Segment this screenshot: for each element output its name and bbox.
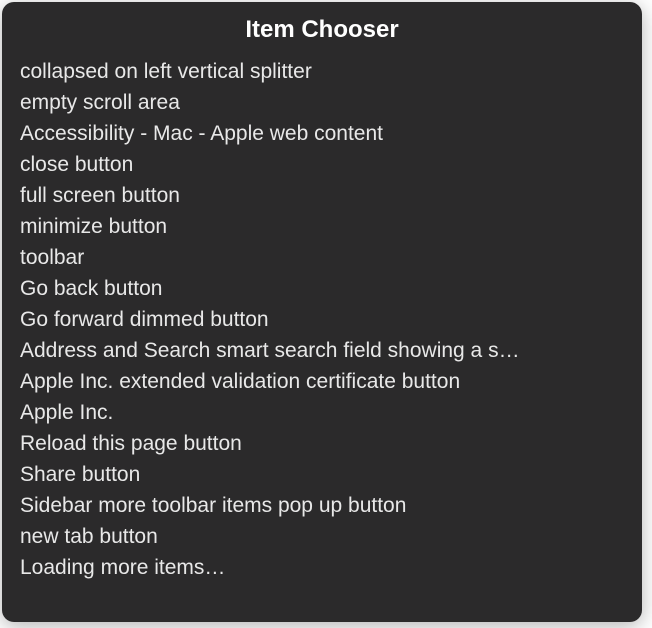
list-item[interactable]: Go back button: [20, 273, 624, 304]
item-chooser-panel: Item Chooser collapsed on left vertical …: [2, 2, 642, 622]
list-item[interactable]: Apple Inc. extended validation certifica…: [20, 366, 624, 397]
list-item[interactable]: Sidebar more toolbar items pop up button: [20, 490, 624, 521]
list-item[interactable]: new tab button: [20, 521, 624, 552]
panel-title: Item Chooser: [20, 16, 624, 44]
list-item[interactable]: collapsed on left vertical splitter: [20, 56, 624, 87]
list-item[interactable]: close button: [20, 149, 624, 180]
list-item[interactable]: full screen button: [20, 180, 624, 211]
list-item[interactable]: Go forward dimmed button: [20, 304, 624, 335]
list-item[interactable]: Loading more items…: [20, 552, 624, 583]
list-item[interactable]: toolbar: [20, 242, 624, 273]
list-item[interactable]: Address and Search smart search field sh…: [20, 335, 624, 366]
list-item[interactable]: Apple Inc.: [20, 397, 624, 428]
item-list: collapsed on left vertical splitterempty…: [20, 56, 624, 583]
list-item[interactable]: empty scroll area: [20, 87, 624, 118]
list-item[interactable]: Accessibility - Mac - Apple web content: [20, 118, 624, 149]
list-item[interactable]: Reload this page button: [20, 428, 624, 459]
list-item[interactable]: Share button: [20, 459, 624, 490]
list-item[interactable]: minimize button: [20, 211, 624, 242]
